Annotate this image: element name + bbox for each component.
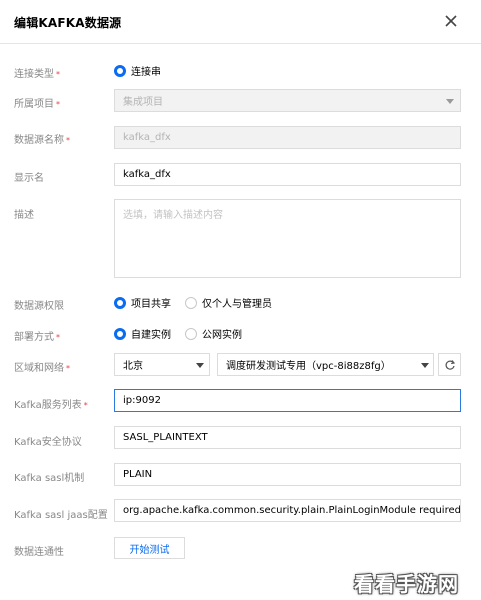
connection-type-label: 连接类型 * bbox=[14, 69, 60, 80]
close-icon bbox=[445, 15, 457, 27]
radio-checked-icon bbox=[114, 64, 126, 77]
refresh-button[interactable] bbox=[438, 353, 461, 376]
edit-kafka-datasource-dialog: 编辑KAFKA数据源 连接类型 * 连接串 所属项目 * 集成项目 数据源名称 * k… bbox=[0, 0, 481, 600]
connection-type-radios: 连接串 bbox=[114, 63, 175, 78]
radio-checked-icon bbox=[114, 327, 126, 340]
radio-checked-icon bbox=[114, 296, 126, 309]
sasl-mechanism-label: Kafka sasl机制 bbox=[14, 473, 85, 484]
sasl-mechanism-input[interactable]: PLAIN bbox=[114, 463, 461, 486]
sasl-jaas-label: Kafka sasl jaas配置 bbox=[14, 510, 108, 521]
radio-personal-admin[interactable]: 仅个人与管理员 bbox=[185, 295, 272, 310]
radio-self-hosted[interactable]: 自建实例 bbox=[114, 326, 171, 341]
refresh-icon bbox=[445, 359, 455, 370]
deployment-label: 部署方式 * bbox=[14, 332, 60, 343]
radio-public-instance[interactable]: 公网实例 bbox=[185, 326, 242, 341]
region-network-label: 区域和网络 * bbox=[14, 363, 70, 374]
project-label: 所属项目 * bbox=[14, 99, 60, 110]
sasl-jaas-input[interactable]: org.apache.kafka.common.security.plain.P… bbox=[114, 499, 461, 522]
chevron-down-icon bbox=[196, 363, 204, 368]
close-button[interactable] bbox=[440, 10, 462, 32]
dialog-title: 编辑KAFKA数据源 bbox=[14, 16, 122, 30]
radio-unchecked-icon bbox=[185, 327, 197, 340]
description-textarea[interactable]: 选填，请输入描述内容 bbox=[114, 199, 461, 278]
permission-label: 数据源权限 bbox=[14, 301, 64, 312]
radio-project-shared[interactable]: 项目共享 bbox=[114, 295, 171, 310]
kafka-servers-label: Kafka服务列表 * bbox=[14, 400, 88, 411]
display-name-input[interactable]: kafka_dfx bbox=[114, 163, 461, 186]
watermark: 看看手游网 bbox=[354, 572, 459, 596]
project-select[interactable]: 集成项目 bbox=[114, 89, 461, 112]
datasource-name-input[interactable]: kafka_dfx bbox=[114, 126, 461, 149]
connectivity-label: 数据连通性 bbox=[14, 547, 64, 558]
start-test-button[interactable]: 开始测试 bbox=[114, 537, 185, 559]
deployment-radios: 自建实例 公网实例 bbox=[114, 326, 256, 341]
dialog-header: 编辑KAFKA数据源 bbox=[0, 0, 481, 44]
security-protocol-input[interactable]: SASL_PLAINTEXT bbox=[114, 426, 461, 449]
security-protocol-label: Kafka安全协议 bbox=[14, 437, 82, 448]
radio-unchecked-icon bbox=[185, 296, 197, 309]
description-label: 描述 bbox=[14, 210, 34, 221]
kafka-servers-input[interactable]: ip:9092 bbox=[114, 389, 461, 412]
chevron-down-icon bbox=[446, 99, 454, 104]
permission-radios: 项目共享 仅个人与管理员 bbox=[114, 295, 286, 310]
datasource-name-label: 数据源名称 * bbox=[14, 135, 70, 146]
chevron-down-icon bbox=[421, 363, 429, 368]
radio-connection-string[interactable]: 连接串 bbox=[114, 63, 161, 78]
display-name-label: 显示名 bbox=[14, 173, 44, 184]
network-select[interactable]: 调度研发测试专用（vpc-8i88z8fg） bbox=[217, 353, 434, 376]
